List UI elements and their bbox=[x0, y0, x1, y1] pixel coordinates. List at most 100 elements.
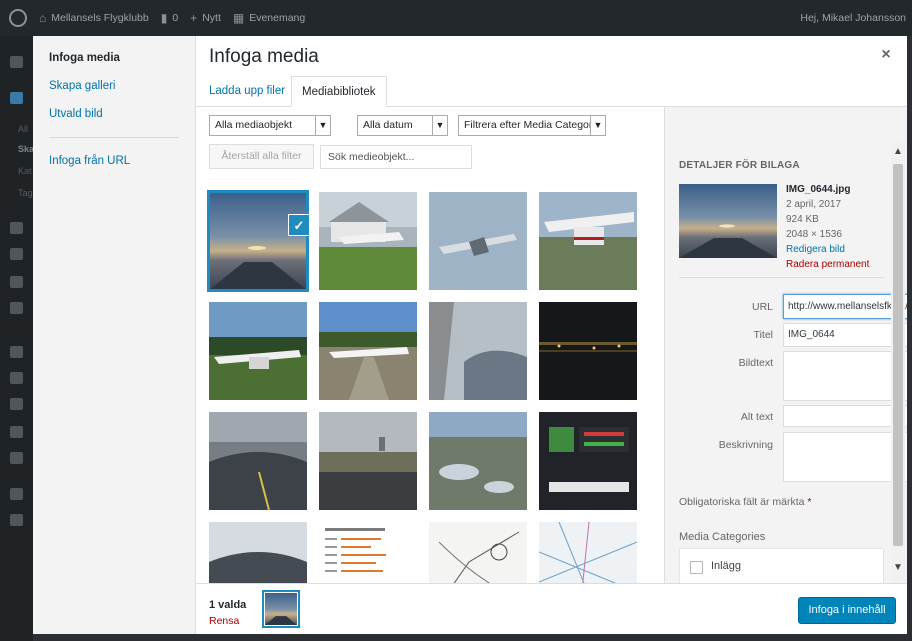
thumbnail-image bbox=[209, 412, 307, 510]
media-frame-title: Infoga media × bbox=[196, 36, 907, 78]
edit-image-link[interactable]: Redigera bild bbox=[786, 242, 869, 257]
menu-featured-image[interactable]: Utvald bild bbox=[33, 100, 195, 128]
menu-fragment: Tag bbox=[18, 188, 33, 198]
date-filter-value: Alla datum bbox=[363, 119, 413, 131]
thumbnail-image bbox=[319, 302, 417, 400]
details-info: IMG_0644.jpg 2 april, 2017 924 KB 2048 ×… bbox=[786, 182, 869, 272]
attachment-thumb[interactable] bbox=[319, 412, 417, 510]
menu-insert-from-url[interactable]: Infoga från URL bbox=[33, 147, 195, 175]
media-frame-menu: Infoga media Skapa galleri Utvald bild I… bbox=[33, 36, 196, 634]
attachment-thumb[interactable] bbox=[319, 192, 417, 290]
calendar-icon: ▦ bbox=[232, 11, 245, 25]
admin-bar-comments[interactable]: ▮ 0 bbox=[161, 11, 178, 25]
sidebar-scrollbar[interactable]: ▲ ▼ bbox=[891, 142, 905, 618]
description-field[interactable] bbox=[783, 432, 907, 482]
menu-separator bbox=[49, 137, 179, 138]
url-field[interactable]: http://www.mellanselsfk.se/ bbox=[783, 294, 907, 319]
attachment-thumb[interactable] bbox=[209, 412, 307, 510]
details-date: 2 april, 2017 bbox=[786, 199, 842, 210]
reset-filters-button[interactable]: Återställ alla filter bbox=[209, 144, 314, 169]
dashboard-icon bbox=[10, 56, 23, 68]
media-search-input[interactable]: Sök medieobjekt... bbox=[320, 145, 472, 169]
events-menu-icon bbox=[10, 222, 23, 234]
attachment-thumb[interactable] bbox=[429, 302, 527, 400]
category-label: Inlägg bbox=[711, 560, 741, 572]
delete-permanently-link[interactable]: Radera permanent bbox=[786, 257, 869, 272]
thumbnail-image bbox=[429, 192, 527, 290]
attachment-thumb[interactable] bbox=[209, 302, 307, 400]
admin-bar-events[interactable]: ▦ Evenemang bbox=[233, 11, 305, 25]
menu-insert-media[interactable]: Infoga media bbox=[33, 44, 195, 72]
modal-title: Infoga media bbox=[209, 46, 319, 67]
plus-icon: + bbox=[190, 11, 198, 25]
media-router: Ladda upp filer Mediabibliotek bbox=[196, 76, 907, 107]
tools-icon bbox=[10, 426, 23, 438]
alt-text-field[interactable] bbox=[783, 405, 907, 427]
attachment-thumb[interactable] bbox=[429, 412, 527, 510]
thumbnail-image bbox=[209, 522, 307, 583]
menu-fragment: Ska bbox=[18, 144, 35, 154]
attachments-grid: ✓ bbox=[196, 177, 683, 583]
attachment-IMG_0644[interactable] bbox=[207, 190, 309, 292]
category-filter[interactable]: Filtrera efter Media Category ▼ bbox=[458, 115, 606, 136]
title-field[interactable]: IMG_0644 bbox=[783, 323, 907, 347]
attachment-thumb[interactable] bbox=[429, 522, 527, 583]
selected-thumbnail[interactable] bbox=[262, 590, 300, 628]
events-label: Evenemang bbox=[249, 12, 306, 24]
attachment-thumb[interactable] bbox=[539, 522, 637, 583]
admin-bar-account[interactable]: Hej, Mikael Johansson bbox=[800, 12, 906, 24]
alt-text-label: Alt text bbox=[740, 411, 773, 423]
media-categories-box: Inlägg bbox=[679, 548, 884, 583]
required-note-text: Obligatoriska fält är märkta bbox=[679, 496, 805, 508]
chevron-down-icon: ▼ bbox=[590, 116, 605, 135]
insert-into-post-button[interactable]: Infoga i innehåll bbox=[798, 597, 896, 624]
attachment-thumb[interactable] bbox=[539, 302, 637, 400]
category-checkbox[interactable] bbox=[690, 561, 703, 574]
tab-media-library[interactable]: Mediabibliotek bbox=[291, 76, 387, 107]
thumbnail-image bbox=[429, 412, 527, 510]
attachment-thumb[interactable] bbox=[319, 302, 417, 400]
caption-label: Bildtext bbox=[738, 357, 773, 369]
media-type-filter[interactable]: Alla mediaobjekt ▼ bbox=[209, 115, 331, 136]
site-name: Mellansels Flygklubb bbox=[51, 12, 149, 24]
media-categories-heading: Media Categories bbox=[679, 531, 766, 543]
attachments-toolbar: Alla mediaobjekt ▼ Alla datum ▼ Filtrera… bbox=[196, 107, 666, 177]
scroll-down-icon[interactable]: ▼ bbox=[892, 562, 904, 573]
check-icon[interactable]: ✓ bbox=[288, 214, 310, 236]
attachment-thumb[interactable] bbox=[539, 412, 637, 510]
home-icon: ⌂ bbox=[39, 11, 47, 25]
menu-create-gallery[interactable]: Skapa galleri bbox=[33, 72, 195, 100]
thumbnail-image bbox=[429, 302, 527, 400]
admin-bar-site[interactable]: ⌂ Mellansels Flygklubb bbox=[39, 11, 149, 25]
new-label: Nytt bbox=[202, 12, 221, 24]
required-asterisk: * bbox=[807, 496, 812, 508]
media-frame-toolbar: 1 valda Rensa Infoga i innehåll bbox=[196, 583, 907, 634]
details-thumbnail bbox=[679, 184, 777, 258]
shield-icon bbox=[10, 488, 23, 500]
details-filesize: 924 KB bbox=[786, 214, 819, 225]
thumbnail-image bbox=[429, 522, 527, 583]
attachment-thumb[interactable] bbox=[539, 192, 637, 290]
thumbnail-image bbox=[319, 412, 417, 510]
caption-field[interactable] bbox=[783, 351, 907, 401]
close-icon[interactable]: × bbox=[877, 46, 895, 64]
collapse-icon bbox=[10, 514, 23, 526]
attachment-thumb[interactable] bbox=[319, 522, 417, 583]
clear-selection-link[interactable]: Rensa bbox=[209, 615, 239, 627]
attachment-thumb[interactable] bbox=[429, 192, 527, 290]
admin-bar-new[interactable]: + Nytt bbox=[190, 11, 221, 25]
posts-icon bbox=[10, 92, 23, 104]
date-filter[interactable]: Alla datum ▼ bbox=[357, 115, 448, 136]
menu-fragment: Kat bbox=[18, 166, 32, 176]
media-type-filter-value: Alla mediaobjekt bbox=[215, 119, 293, 131]
plugins-icon bbox=[10, 372, 23, 384]
admin-side-menu: All Ska Kat Tag bbox=[0, 36, 35, 641]
scrollbar-thumb[interactable] bbox=[893, 164, 903, 546]
details-filename: IMG_0644.jpg bbox=[786, 184, 851, 195]
scroll-up-icon[interactable]: ▲ bbox=[892, 146, 904, 157]
attachment-thumb[interactable] bbox=[209, 522, 307, 583]
wordpress-logo-icon[interactable] bbox=[9, 9, 27, 27]
comment-count: 0 bbox=[172, 12, 179, 24]
pages-icon bbox=[10, 276, 23, 288]
tab-upload-files[interactable]: Ladda upp filer bbox=[199, 76, 295, 106]
